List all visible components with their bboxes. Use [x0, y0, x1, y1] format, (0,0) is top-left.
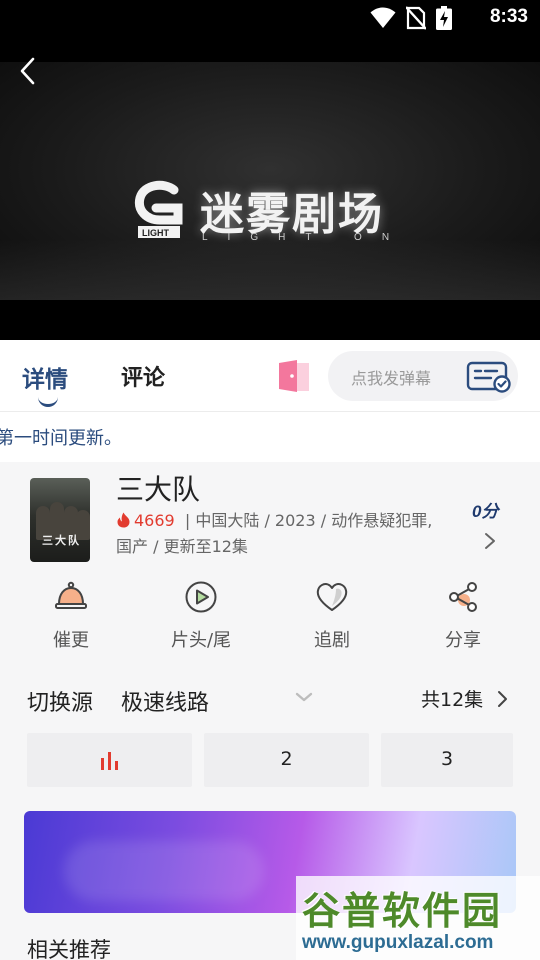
wifi-icon	[370, 7, 396, 28]
notice-text: 第一时间更新。	[0, 428, 122, 449]
fire-icon	[117, 512, 130, 528]
action-label: 催更	[53, 630, 89, 651]
action-row: 催更 片头/尾 追剧 分享	[0, 570, 540, 662]
episode-count[interactable]: 共12集	[421, 685, 483, 712]
logo-mark-text: LIGHT	[142, 228, 169, 238]
chevron-right-icon[interactable]	[497, 689, 509, 709]
episode-number: 3	[440, 748, 454, 770]
episode-item-3[interactable]: 3	[381, 733, 513, 787]
danmaku-settings-icon[interactable]	[466, 361, 512, 393]
danmaku-box[interactable]: 点我发弹幕	[328, 351, 518, 401]
heat-count: 4669	[134, 511, 175, 530]
episode-number: 2	[280, 748, 293, 770]
action-label: 追剧	[314, 630, 350, 651]
chevron-down-icon[interactable]	[294, 690, 314, 704]
follow-button[interactable]: 追剧	[282, 580, 382, 652]
score: 0分	[472, 502, 499, 521]
video-frame: LIGHT 迷雾剧场 LIGHT ON	[0, 62, 540, 300]
back-arrow-icon[interactable]	[16, 56, 40, 86]
action-label: 片头/尾	[170, 630, 232, 651]
related-section-title: 相关推荐	[27, 938, 111, 960]
door-icon[interactable]	[277, 359, 311, 393]
video-player[interactable]: LIGHT 迷雾剧场 LIGHT ON	[0, 36, 540, 340]
watermark: 谷普软件园 www.gupuxlazal.com	[296, 876, 540, 960]
source-select[interactable]: 极速线路	[121, 685, 209, 717]
share-button[interactable]: 分享	[413, 580, 513, 652]
action-label: 分享	[445, 630, 481, 651]
show-poster: 三大队	[30, 478, 90, 562]
show-info[interactable]: 三大队 三大队 4669 | 中国大陆 / 2023 / 动作悬疑犯罪,国产 /…	[0, 462, 540, 570]
watermark-url: www.gupuxlazal.com	[302, 932, 494, 953]
logo-subtitle: LIGHT ON	[202, 232, 410, 243]
tab-bar: 详情 评论 点我发弹幕	[0, 340, 540, 412]
clock: 8:33	[489, 6, 528, 27]
light-on-mark-icon: LIGHT	[134, 180, 183, 238]
app-screen: 8:33 LIGHT 迷雾剧场 LIGHT ON 详情 评论 点我发弹幕 第一时…	[0, 0, 540, 960]
channel-logo: LIGHT 迷雾剧场 LIGHT ON	[134, 176, 414, 256]
status-icons	[370, 6, 452, 30]
tab-comments[interactable]: 评论	[121, 360, 165, 392]
episode-item-2[interactable]: 2	[204, 733, 369, 787]
notice-marquee: 第一时间更新。	[0, 412, 540, 462]
share-icon	[449, 582, 477, 612]
bell-icon	[55, 581, 87, 609]
playing-bars-icon	[101, 752, 118, 770]
intro-outro-button[interactable]: 片头/尾	[151, 580, 251, 652]
episode-item-1[interactable]	[27, 733, 192, 787]
heart-icon	[316, 583, 348, 611]
play-circle-icon	[185, 581, 217, 613]
watermark-name: 谷普软件园	[302, 889, 503, 933]
show-title: 三大队	[116, 473, 201, 506]
source-row: 切换源 极速线路 共12集	[0, 672, 540, 726]
tab-details[interactable]: 详情	[22, 360, 68, 407]
urge-update-button[interactable]: 催更	[21, 580, 121, 652]
danmaku-input[interactable]: 点我发弹幕	[351, 365, 431, 389]
no-sim-icon	[406, 6, 426, 30]
poster-text: 三大队	[42, 534, 81, 547]
chevron-right-icon[interactable]	[483, 532, 497, 550]
source-label: 切换源	[27, 691, 94, 716]
show-meta: 4669 | 中国大陆 / 2023 / 动作悬疑犯罪,国产 / 更新至12集	[116, 508, 446, 560]
banner-glow	[64, 841, 264, 901]
status-bar: 8:33	[0, 0, 540, 36]
battery-charging-icon	[436, 6, 452, 30]
